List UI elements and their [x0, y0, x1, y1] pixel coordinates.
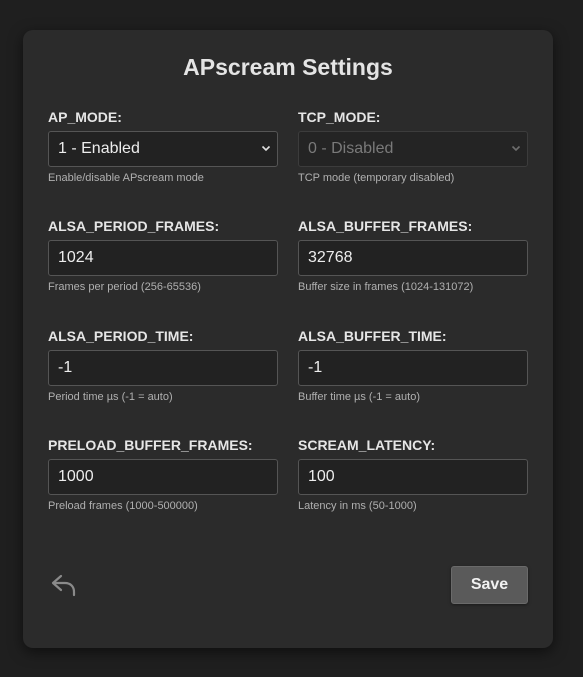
- field-ap-mode: AP_MODE: 1 - Enabled Enable/disable APsc…: [48, 108, 278, 184]
- alsa-period-frames-label: ALSA_PERIOD_FRAMES:: [48, 218, 220, 234]
- alsa-buffer-time-help: Buffer time µs (-1 = auto): [298, 391, 420, 403]
- ap-mode-select[interactable]: 1 - Enabled: [48, 131, 278, 167]
- field-scream-latency: SCREAM_LATENCY: 100 Latency in ms (50-10…: [298, 436, 528, 512]
- preload-buffer-frames-label: PRELOAD_BUFFER_FRAMES:: [48, 437, 253, 453]
- scream-latency-input[interactable]: 100: [298, 459, 528, 495]
- scream-latency-help: Latency in ms (50-1000): [298, 500, 417, 512]
- chevron-down-icon: [261, 145, 271, 152]
- alsa-buffer-frames-label: ALSA_BUFFER_FRAMES:: [298, 218, 473, 234]
- back-arrow-icon[interactable]: [50, 572, 78, 598]
- ap-mode-label: AP_MODE:: [48, 109, 122, 125]
- alsa-buffer-frames-help: Buffer size in frames (1024-131072): [298, 281, 474, 293]
- alsa-period-time-input[interactable]: -1: [48, 350, 278, 386]
- tcp-mode-label: TCP_MODE:: [298, 109, 381, 125]
- alsa-period-frames-input[interactable]: 1024: [48, 240, 278, 276]
- page-title: APscream Settings: [183, 54, 393, 80]
- alsa-buffer-frames-input[interactable]: 32768: [298, 240, 528, 276]
- alsa-period-time-label: ALSA_PERIOD_TIME:: [48, 328, 194, 344]
- save-button[interactable]: Save: [451, 566, 528, 604]
- tcp-mode-value: 0 - Disabled: [308, 140, 394, 157]
- alsa-buffer-time-label: ALSA_BUFFER_TIME:: [298, 328, 447, 344]
- alsa-period-time-help: Period time µs (-1 = auto): [48, 391, 173, 403]
- preload-buffer-frames-input[interactable]: 1000: [48, 459, 278, 495]
- field-alsa-buffer-time: ALSA_BUFFER_TIME: -1 Buffer time µs (-1 …: [298, 327, 528, 403]
- ap-mode-help: Enable/disable APscream mode: [48, 172, 204, 184]
- alsa-buffer-time-input[interactable]: -1: [298, 350, 528, 386]
- tcp-mode-select: 0 - Disabled: [298, 131, 528, 167]
- tcp-mode-help: TCP mode (temporary disabled): [298, 172, 455, 184]
- field-tcp-mode: TCP_MODE: 0 - Disabled TCP mode (tempora…: [298, 108, 528, 184]
- preload-buffer-frames-help: Preload frames (1000-500000): [48, 500, 198, 512]
- alsa-period-frames-help: Frames per period (256-65536): [48, 281, 201, 293]
- settings-card: APscream Settings AP_MODE: 1 - Enabled E…: [23, 30, 553, 648]
- scream-latency-label: SCREAM_LATENCY:: [298, 437, 436, 453]
- field-alsa-period-frames: ALSA_PERIOD_FRAMES: 1024 Frames per peri…: [48, 217, 278, 293]
- chevron-down-icon: [511, 145, 521, 152]
- field-preload-buffer-frames: PRELOAD_BUFFER_FRAMES: 1000 Preload fram…: [48, 436, 278, 512]
- field-alsa-period-time: ALSA_PERIOD_TIME: -1 Period time µs (-1 …: [48, 327, 278, 403]
- field-alsa-buffer-frames: ALSA_BUFFER_FRAMES: 32768 Buffer size in…: [298, 217, 528, 293]
- ap-mode-value: 1 - Enabled: [58, 140, 140, 157]
